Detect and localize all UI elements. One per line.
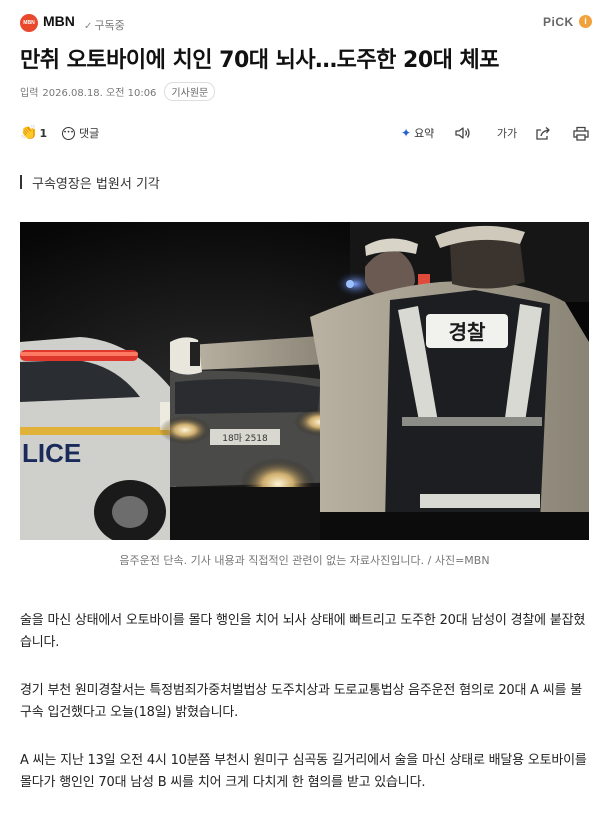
summary-button[interactable]: ✦ 요약	[401, 125, 434, 141]
press-logo[interactable]: MBN	[20, 14, 38, 32]
article-paragraph: 술을 마신 상태에서 오토바이를 몰다 행인을 치어 뇌사 상태에 빠트리고 도…	[20, 613, 586, 650]
clap-count: 1	[39, 126, 48, 140]
comment-button[interactable]: ••• 댓글	[62, 125, 99, 141]
clap-button[interactable]: 👏 1	[20, 125, 47, 141]
summary-label: 요약	[414, 127, 435, 140]
action-bar: 👏 1 ••• 댓글 ✦ 요약 가가	[20, 122, 590, 146]
comment-icon: •••	[62, 126, 75, 140]
article-subtitle: 구속영장은 법원서 기각	[20, 172, 160, 192]
clap-icon: 👏	[20, 125, 38, 141]
subscribe-status[interactable]: ✓ 구독중	[84, 17, 125, 33]
share-icon	[536, 126, 550, 140]
subtitle-text: 구속영장은 법원서 기각	[32, 176, 160, 192]
article-paragraph: A 씨는 지난 13일 오전 4시 10분쯤 부천시 원미구 심곡동 길거리에서…	[20, 753, 587, 790]
speaker-icon	[455, 127, 470, 139]
photo-caption: 음주운전 단속. 기사 내용과 직접적인 관련이 없는 자료사진입니다. / 사…	[119, 554, 490, 567]
article-meta: 입력 2026.08.18. 오전 10:06 기사원문	[20, 81, 216, 101]
font-size-button[interactable]: 가가	[494, 124, 520, 142]
check-icon: ✓	[84, 21, 93, 32]
summary-icon: ✦	[401, 126, 412, 140]
subtitle-bar	[20, 175, 22, 189]
press-header: MBN MBN ✓ 구독중 PiCK i	[0, 0, 600, 40]
info-icon[interactable]: i	[579, 15, 592, 28]
comment-label: 댓글	[79, 127, 100, 140]
article-photo[interactable]: LICE 18마 2518 경찰	[20, 222, 589, 540]
article-date: 2026.08.18. 오전 10:06	[42, 87, 157, 99]
print-button[interactable]	[572, 124, 590, 142]
print-icon	[573, 126, 589, 141]
license-plate: 18마 2518	[222, 433, 268, 444]
subscribe-label: 구독중	[94, 19, 125, 32]
article-headline: 만취 오토바이에 치인 70대 뇌사…도주한 20대 체포	[20, 48, 500, 73]
share-button[interactable]	[534, 124, 552, 142]
date-label: 입력	[20, 87, 39, 99]
press-name[interactable]: MBN	[43, 13, 75, 29]
pick-label: PiCK	[543, 15, 574, 29]
police-checkpoint-image: LICE 18마 2518 경찰	[20, 222, 589, 540]
original-article-button[interactable]: 기사원문	[164, 81, 216, 101]
article-paragraph: 경기 부천 원미경찰서는 특정범죄가중처벌법상 도주치상과 도로교통법상 음주운…	[20, 683, 583, 720]
audio-button[interactable]	[454, 124, 472, 142]
car-police-text: LICE	[22, 438, 81, 468]
vest-label: 경찰	[449, 320, 486, 344]
